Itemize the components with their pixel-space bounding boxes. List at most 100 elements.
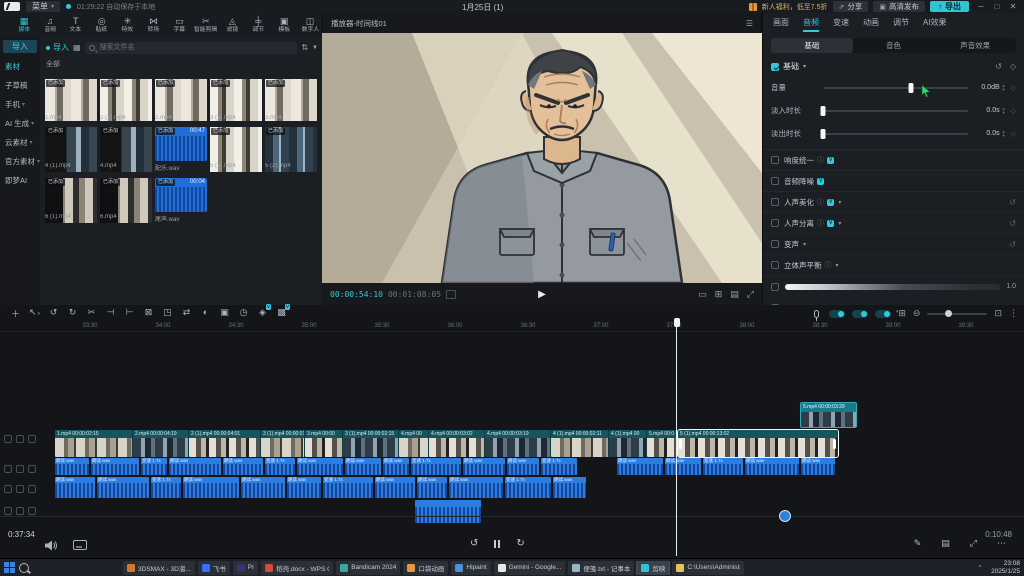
audio-clip[interactable]: 朗读.wav [91,458,139,475]
sidebar-item[interactable]: 云素材 ▾ [0,133,40,152]
hide-track-icon[interactable] [28,435,36,443]
video-clip[interactable]: 3 (1).mp4 00:00:02:15 [343,430,399,457]
audio-option-row[interactable]: 响度统一 ⓘ V ▾ ↺ [763,150,1024,171]
sidebar-item[interactable]: 官方素材 ▾ [0,152,40,171]
timeline-ruler[interactable]: 33:3034:0034:3035:0035:3036:0036:3037:00… [0,322,1024,332]
audio-clip[interactable]: 朗读.wav [169,458,221,475]
video-clip[interactable]: 4 (1).mp4 00:00:02:11 [551,430,609,457]
keyframe-icon[interactable]: ◇ [1011,130,1016,138]
checkbox[interactable] [771,283,779,291]
slider-handle[interactable] [821,106,826,116]
timeline-tool-icon[interactable]: ▩ [272,307,291,320]
snap-toggle[interactable] [829,310,845,318]
zoom-out-icon[interactable]: ⊖ [913,308,921,319]
audio-clip[interactable]: 变速 1.7x [505,477,551,498]
ribbon-tab[interactable]: ✂ 智能剪辑 [193,16,218,34]
audio-option-row[interactable]: 人声分离 ⓘ V ▾ ↺ [763,213,1024,234]
audio-clip[interactable]: 朗读.wav [745,458,799,475]
level-meter[interactable] [785,284,1000,290]
timeline-footer-icon[interactable]: ▤ [941,538,950,549]
timeline-tool-icon[interactable]: ↺ [44,307,63,320]
publish-button[interactable]: ▣ 高清发布 [873,1,925,12]
media-card[interactable]: 已添加 4.mp4 [100,127,152,172]
lock-track-icon[interactable] [16,507,24,515]
timeline-tool-icon[interactable]: ⊣ [101,307,120,320]
slider-handle[interactable] [821,129,826,139]
ribbon-tab[interactable]: T 文本 [64,16,88,34]
promo-banner[interactable]: 新人福利，低至7.5折 [762,2,828,12]
taskbar-search-icon[interactable] [19,563,29,573]
audio-clip[interactable]: 朗读.wav [55,458,89,475]
audio-option-row[interactable]: 立体声平衡 ⓘ V ▾ ↺ [763,255,1024,276]
slider-track[interactable] [823,110,968,112]
ribbon-tab[interactable]: ⋈ 转场 [142,16,166,34]
audio-clip[interactable]: 朗读.wav [97,477,149,498]
inspector-subtab[interactable]: 音色 [853,38,935,53]
window-control-button[interactable]: □ [990,2,1004,11]
slider-handle[interactable] [909,83,914,93]
share-button[interactable]: ⇗ 分享 [833,1,869,12]
taskbar-window-button[interactable]: 便笺.txt - 记事本 [568,561,634,575]
inspector-tab[interactable]: 调节 [893,17,909,32]
timeline-scrollbar[interactable] [0,516,1024,517]
checkbox[interactable] [771,198,779,206]
slider-track[interactable] [823,133,968,135]
video-clip[interactable]: 4.mp4 00:00:03:19 [485,430,551,457]
media-card[interactable]: 已添加 1.mp4 [45,79,97,121]
sidebar-item[interactable]: 素材 ▾ [0,57,40,76]
keyframe-icon[interactable]: ◇ [1011,84,1016,92]
search-box[interactable] [85,42,298,54]
audio-clip[interactable]: 变速 1.7x [703,458,743,475]
audio-clip[interactable]: 朗读.wav [449,477,503,498]
timeline-tool-icon[interactable]: ▣ [215,307,234,320]
media-card[interactable]: 已添加 2.mp4 [155,79,207,121]
timeline-tool-icon[interactable]: ⇄ [177,307,196,320]
audio-option-row[interactable]: 人声美化 ⓘ V ▾ ↺ [763,192,1024,213]
taskbar-window-button[interactable]: 剪映 [637,561,669,575]
taskbar-window-button[interactable]: 口袋动画 [403,561,448,575]
mic-icon[interactable] [814,310,819,318]
window-control-button[interactable]: ─ [974,2,988,11]
taskbar-window-button[interactable]: 3DSMAX - 3D溜... [123,561,195,575]
audio-clip[interactable]: 朗读.wav [241,477,285,498]
audio-clip[interactable]: 朗读.wav [507,458,539,475]
timeline-tool-icon[interactable]: ⊢ [120,307,139,320]
video-clip[interactable]: 4.mp4 00:00:03:02 [429,430,485,457]
audio-clip[interactable]: 朗读.wav [617,458,663,475]
checkbox[interactable] [771,219,779,227]
timeline-footer-icon[interactable]: ⤢ [970,538,977,549]
more-icon[interactable]: ⋮ [1009,308,1018,319]
mute-track-icon[interactable] [4,485,12,493]
hide-track-icon[interactable] [28,507,36,515]
reset-icon[interactable]: ↺ [995,62,1002,71]
forward-icon[interactable]: ↻ [516,538,524,549]
audio-clip[interactable]: 朗读.wav [553,477,586,498]
media-card[interactable]: 已添加 00:04 尾声.wav [155,178,207,223]
audio-clip[interactable]: 变速 1.7x [141,458,167,475]
stepper[interactable]: ▲▼ [1002,130,1006,138]
keyframe-icon[interactable]: ◇ [1011,107,1016,115]
video-clip[interactable]: 4.mp4 00 [399,430,429,457]
taskbar-app-icon[interactable] [93,562,104,573]
sidebar-item[interactable]: 即梦AI ▾ [0,171,40,190]
audio-clip[interactable]: 朗读.wav [297,458,343,475]
inspector-tab[interactable]: AI效果 [923,17,947,32]
timeline-zoom-slider[interactable] [927,313,987,315]
media-card[interactable]: 已添加 3 (1).mp4 [210,79,262,121]
player-view-icon[interactable]: ▭ [698,289,707,300]
link-toggle[interactable] [852,310,868,318]
video-clip[interactable]: 1.mp4 00:00:02:15 [55,430,133,457]
timeline-tool-icon[interactable]: ◈ [253,307,272,320]
audio-clip[interactable]: 朗读.wav [223,458,263,475]
ribbon-tab[interactable]: ▦ 媒体 [12,16,36,34]
player-view-icon[interactable]: ▤ [730,289,739,300]
lock-track-icon[interactable] [16,435,24,443]
taskbar-app-icon[interactable] [63,562,74,573]
timeline-scroll-knob[interactable] [779,510,791,522]
timeline-tool-icon[interactable]: ↻ [63,307,82,320]
audio-clip[interactable]: 变速 1.7x [541,458,577,475]
audio-clip-solo[interactable] [415,500,481,523]
mute-track-icon[interactable] [4,507,12,515]
sort-icon[interactable]: ⇅ [301,43,308,52]
chevron-down-icon[interactable]: ▾ [803,63,806,70]
